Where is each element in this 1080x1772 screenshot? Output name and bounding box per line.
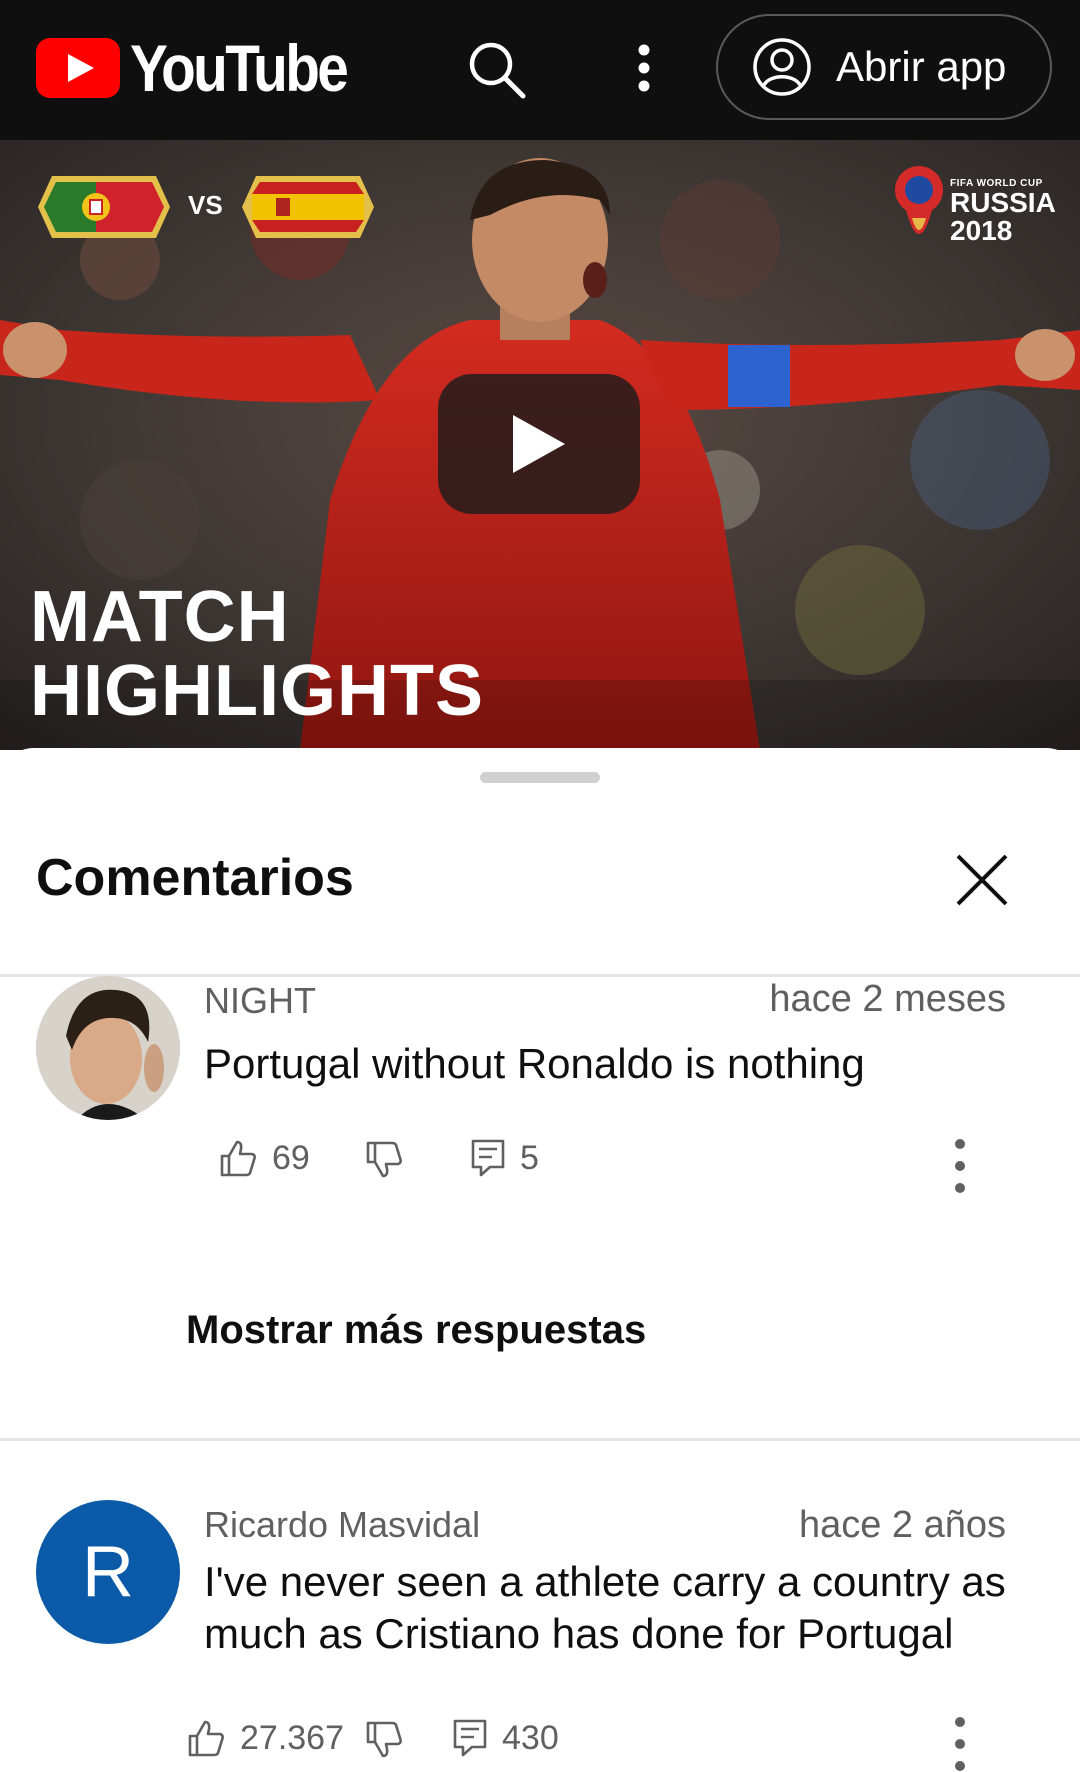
- video-title-overlay: MATCH HIGHLIGHTS: [30, 580, 484, 728]
- top-app-bar: YouTube Abrir app: [0, 0, 1080, 140]
- thumb-up-icon: [220, 1140, 256, 1177]
- reply-comment-icon: [453, 1719, 487, 1757]
- reply-button[interactable]: 5: [470, 1138, 539, 1178]
- account-circle-icon: [753, 38, 811, 96]
- avatar[interactable]: R: [36, 1500, 180, 1644]
- reply-count: 5: [520, 1138, 539, 1177]
- close-icon[interactable]: [950, 848, 1014, 912]
- comment-time: hace 2 años: [798, 1504, 1006, 1546]
- show-more-replies-button[interactable]: Mostrar más respuestas: [186, 1308, 646, 1353]
- portugal-flag-icon: [38, 176, 170, 238]
- comment-text-line2: much as Cristiano has done for Portugal: [204, 1610, 954, 1657]
- thumb-down-icon[interactable]: [364, 1140, 404, 1180]
- play-button[interactable]: [438, 374, 640, 514]
- search-icon[interactable]: [465, 38, 529, 102]
- reply-comment-icon: [471, 1139, 505, 1177]
- play-icon: [513, 415, 565, 473]
- comments-title: Comentarios: [36, 849, 354, 907]
- comment-text-line1: I've never seen a athlete carry a countr…: [204, 1558, 1006, 1605]
- video-title-line2: HIGHLIGHTS: [30, 651, 484, 731]
- comment-text: Portugal without Ronaldo is nothing: [204, 1040, 865, 1087]
- video-player[interactable]: VS FIFA WORLD CUP RUSSIA 2018 MATCH HIGH…: [0, 140, 1080, 750]
- tournament-line2: 2018: [950, 215, 1013, 246]
- world-cup-emblem-icon: [895, 166, 943, 234]
- thumb-up-icon: [188, 1720, 224, 1757]
- tournament-badge: FIFA WORLD CUP RUSSIA 2018: [950, 178, 1056, 245]
- more-vert-icon[interactable]: [624, 40, 664, 104]
- avatar[interactable]: [36, 976, 180, 1120]
- comment-more-icon[interactable]: [950, 1138, 970, 1194]
- comment-text: I've never seen a athlete carry a countr…: [204, 1556, 1006, 1660]
- comment-more-icon[interactable]: [950, 1716, 970, 1772]
- thread-divider: [0, 1438, 1080, 1441]
- like-count: 27.367: [240, 1718, 344, 1757]
- avatar-photo: [36, 976, 180, 1120]
- reply-button[interactable]: 430: [452, 1718, 559, 1758]
- open-app-button[interactable]: Abrir app: [716, 14, 1052, 120]
- like-button[interactable]: 69: [218, 1138, 310, 1178]
- comment-time: hace 2 meses: [769, 978, 1006, 1020]
- versus-label: VS: [188, 190, 223, 220]
- open-app-label: Abrir app: [836, 43, 1007, 90]
- avatar-letter: R: [82, 1532, 134, 1612]
- youtube-wordmark[interactable]: YouTube: [130, 30, 349, 106]
- video-title-line1: MATCH: [30, 577, 290, 657]
- thumb-down-icon[interactable]: [364, 1720, 404, 1760]
- header-divider: [0, 974, 1080, 977]
- reply-count: 430: [502, 1718, 559, 1757]
- spain-flag-icon: [242, 176, 374, 238]
- like-button[interactable]: 27.367: [186, 1718, 344, 1758]
- tournament-line1: RUSSIA: [950, 187, 1056, 218]
- drag-handle[interactable]: [480, 772, 600, 783]
- comment-author[interactable]: Ricardo Masvidal: [204, 1504, 480, 1546]
- like-count: 69: [272, 1138, 310, 1177]
- comment-author[interactable]: NIGHT: [204, 980, 316, 1022]
- comments-panel: Comentarios NIGHT hace 2 meses Portugal …: [0, 748, 1080, 1771]
